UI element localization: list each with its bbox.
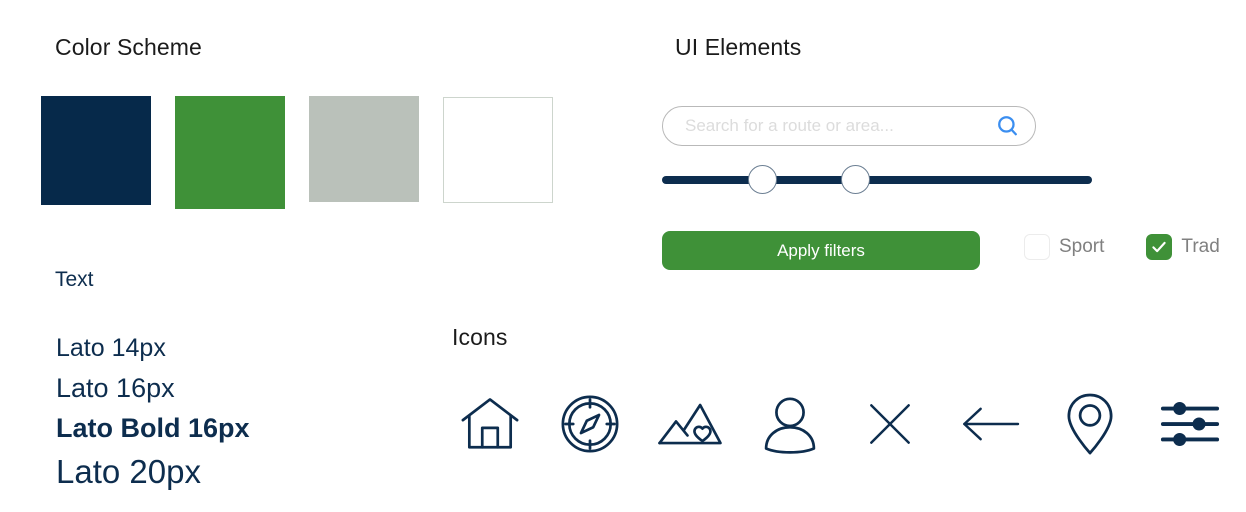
text-heading: Text	[55, 268, 94, 291]
text-specimen-16: Lato 16px	[56, 373, 175, 403]
color-swatch-navy	[41, 96, 151, 205]
map-pin-icon[interactable]	[1040, 388, 1140, 460]
icon-row	[440, 388, 1240, 460]
range-slider[interactable]	[662, 165, 1092, 195]
text-specimen-16-bold: Lato Bold 16px	[56, 413, 250, 443]
slider-handle-min[interactable]	[748, 165, 777, 194]
color-swatch-row	[41, 96, 577, 209]
color-swatch-white	[443, 97, 553, 203]
checkbox-trad-label: Trad	[1181, 236, 1220, 257]
back-arrow-icon[interactable]	[940, 388, 1040, 460]
filter-sliders-icon[interactable]	[1140, 388, 1240, 460]
text-specimen-list: Lato 14px Lato 16px Lato Bold 16px Lato …	[56, 334, 250, 490]
color-swatch-green	[175, 96, 285, 209]
checkbox-trad[interactable]: Trad	[1146, 234, 1220, 260]
apply-filters-button[interactable]: Apply filters	[662, 231, 980, 270]
slider-handle-max[interactable]	[841, 165, 870, 194]
search-input[interactable]: Search for a route or area...	[685, 116, 995, 136]
close-icon[interactable]	[840, 388, 940, 460]
icons-heading: Icons	[452, 324, 508, 350]
search-icon[interactable]	[995, 113, 1021, 139]
checkbox-sport[interactable]: Sport	[1024, 234, 1104, 260]
text-specimen-14: Lato 14px	[56, 334, 166, 362]
checkmark-icon	[1152, 241, 1167, 253]
checkbox-trad-box[interactable]	[1146, 234, 1173, 260]
user-icon[interactable]	[740, 388, 840, 460]
filter-checkbox-group: Sport Trad	[1024, 234, 1220, 260]
home-icon[interactable]	[440, 388, 540, 460]
ui-elements-heading: UI Elements	[675, 34, 802, 60]
text-specimen-20: Lato 20px	[56, 453, 201, 490]
color-swatch-gray	[309, 96, 419, 202]
mountain-heart-icon[interactable]	[640, 388, 740, 460]
checkbox-sport-box[interactable]	[1024, 234, 1050, 260]
color-scheme-heading: Color Scheme	[55, 34, 202, 60]
search-box[interactable]: Search for a route or area...	[662, 106, 1036, 146]
compass-icon[interactable]	[540, 388, 640, 460]
checkbox-sport-label: Sport	[1059, 236, 1105, 257]
style-guide-canvas: Color Scheme Text Lato 14px Lato 16px La…	[0, 0, 1246, 512]
slider-track[interactable]	[662, 176, 1092, 184]
